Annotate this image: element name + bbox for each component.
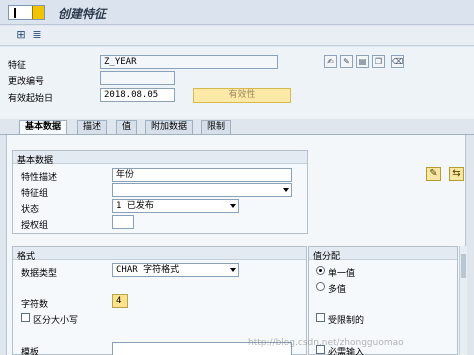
window-title: 创建特征 bbox=[58, 7, 107, 21]
multiple-values-radio[interactable] bbox=[316, 282, 325, 291]
multiple-values-label: 多值 bbox=[328, 285, 347, 295]
status-select[interactable]: 1 已发布 bbox=[112, 199, 239, 213]
num-chars-label: 字符数 bbox=[21, 300, 49, 310]
restricted-label: 受限制的 bbox=[328, 316, 365, 326]
description-field[interactable]: 年份 bbox=[112, 168, 292, 182]
characteristic-label: 特征 bbox=[8, 61, 27, 71]
data-type-value: CHAR 字符格式 bbox=[116, 265, 180, 275]
copy-icon[interactable]: ❐ bbox=[372, 55, 385, 68]
characteristic-field[interactable]: Z_YEAR bbox=[100, 55, 278, 69]
restricted-checkbox[interactable] bbox=[316, 313, 325, 322]
edit-pencil-icon[interactable]: ✎ bbox=[426, 167, 441, 181]
edit-icon[interactable]: ✎ bbox=[340, 55, 353, 68]
vertical-scrollbar[interactable] bbox=[459, 246, 467, 355]
tab-basic-data[interactable]: 基本数据 bbox=[19, 120, 68, 135]
num-chars-field[interactable]: 4 bbox=[112, 294, 128, 308]
tab-strip: 基本数据 描述 值 附加数据 限制 bbox=[0, 120, 474, 135]
format-group-header bbox=[13, 247, 306, 260]
char-group-select[interactable] bbox=[112, 183, 292, 197]
display-icon[interactable]: ≣ bbox=[31, 29, 43, 41]
value-assignment-group-title: 值分配 bbox=[313, 252, 341, 262]
command-dropdown-icon[interactable] bbox=[32, 6, 44, 19]
text-cursor bbox=[14, 8, 16, 18]
chevron-down-icon[interactable] bbox=[230, 204, 236, 208]
basic-data-group-header bbox=[13, 151, 307, 164]
tab-restrictions[interactable]: 限制 bbox=[201, 120, 232, 134]
char-group-label: 特征组 bbox=[21, 189, 49, 199]
tab-additional-data[interactable]: 附加数据 bbox=[145, 120, 194, 134]
data-type-select[interactable]: CHAR 字符格式 bbox=[112, 263, 239, 277]
command-field[interactable] bbox=[8, 5, 45, 20]
hierarchy-icon[interactable]: ⊞ bbox=[15, 29, 27, 41]
delete-icon[interactable]: ⌫ bbox=[391, 55, 404, 68]
validity-button[interactable]: 有效性 bbox=[193, 88, 291, 103]
application-toolbar: ⊞ ≣ bbox=[0, 26, 474, 46]
refresh-icon[interactable]: ⇆ bbox=[449, 167, 464, 181]
case-sensitive-checkbox[interactable] bbox=[21, 313, 30, 322]
auth-group-field[interactable] bbox=[112, 215, 134, 229]
auth-group-label: 授权组 bbox=[21, 221, 49, 231]
valid-from-label: 有效起始日 bbox=[8, 94, 54, 104]
header-area: 特征 Z_YEAR 更改编号 有效起始日 2018.08.05 有效性 ✍ ✎ … bbox=[0, 47, 474, 119]
valid-from-field[interactable]: 2018.08.05 bbox=[100, 88, 175, 102]
title-bar: 创建特征 bbox=[0, 0, 474, 25]
case-sensitive-label: 区分大小写 bbox=[33, 316, 79, 326]
signature-icon[interactable]: ✍ bbox=[324, 55, 337, 68]
status-label: 状态 bbox=[21, 205, 40, 215]
watermark: http://blog.csdn.net/zhongguomao bbox=[248, 338, 404, 348]
tab-description[interactable]: 描述 bbox=[77, 120, 108, 134]
change-number-field[interactable] bbox=[100, 71, 175, 85]
single-value-label: 单一值 bbox=[328, 269, 356, 279]
chevron-down-icon[interactable] bbox=[230, 268, 236, 272]
status-value: 1 已发布 bbox=[116, 201, 154, 211]
chevron-down-icon[interactable] bbox=[283, 188, 289, 192]
description-label: 特性描述 bbox=[21, 173, 58, 183]
template-label: 模板 bbox=[21, 348, 40, 355]
scrollbar-thumb[interactable] bbox=[461, 254, 466, 278]
change-number-label: 更改编号 bbox=[8, 77, 45, 87]
basic-data-group-title: 基本数据 bbox=[17, 156, 54, 166]
data-type-label: 数据类型 bbox=[21, 269, 58, 279]
format-group-title: 格式 bbox=[17, 252, 36, 262]
document-icon[interactable]: ▤ bbox=[356, 55, 369, 68]
single-value-radio[interactable] bbox=[316, 266, 325, 275]
tab-values[interactable]: 值 bbox=[116, 120, 138, 134]
